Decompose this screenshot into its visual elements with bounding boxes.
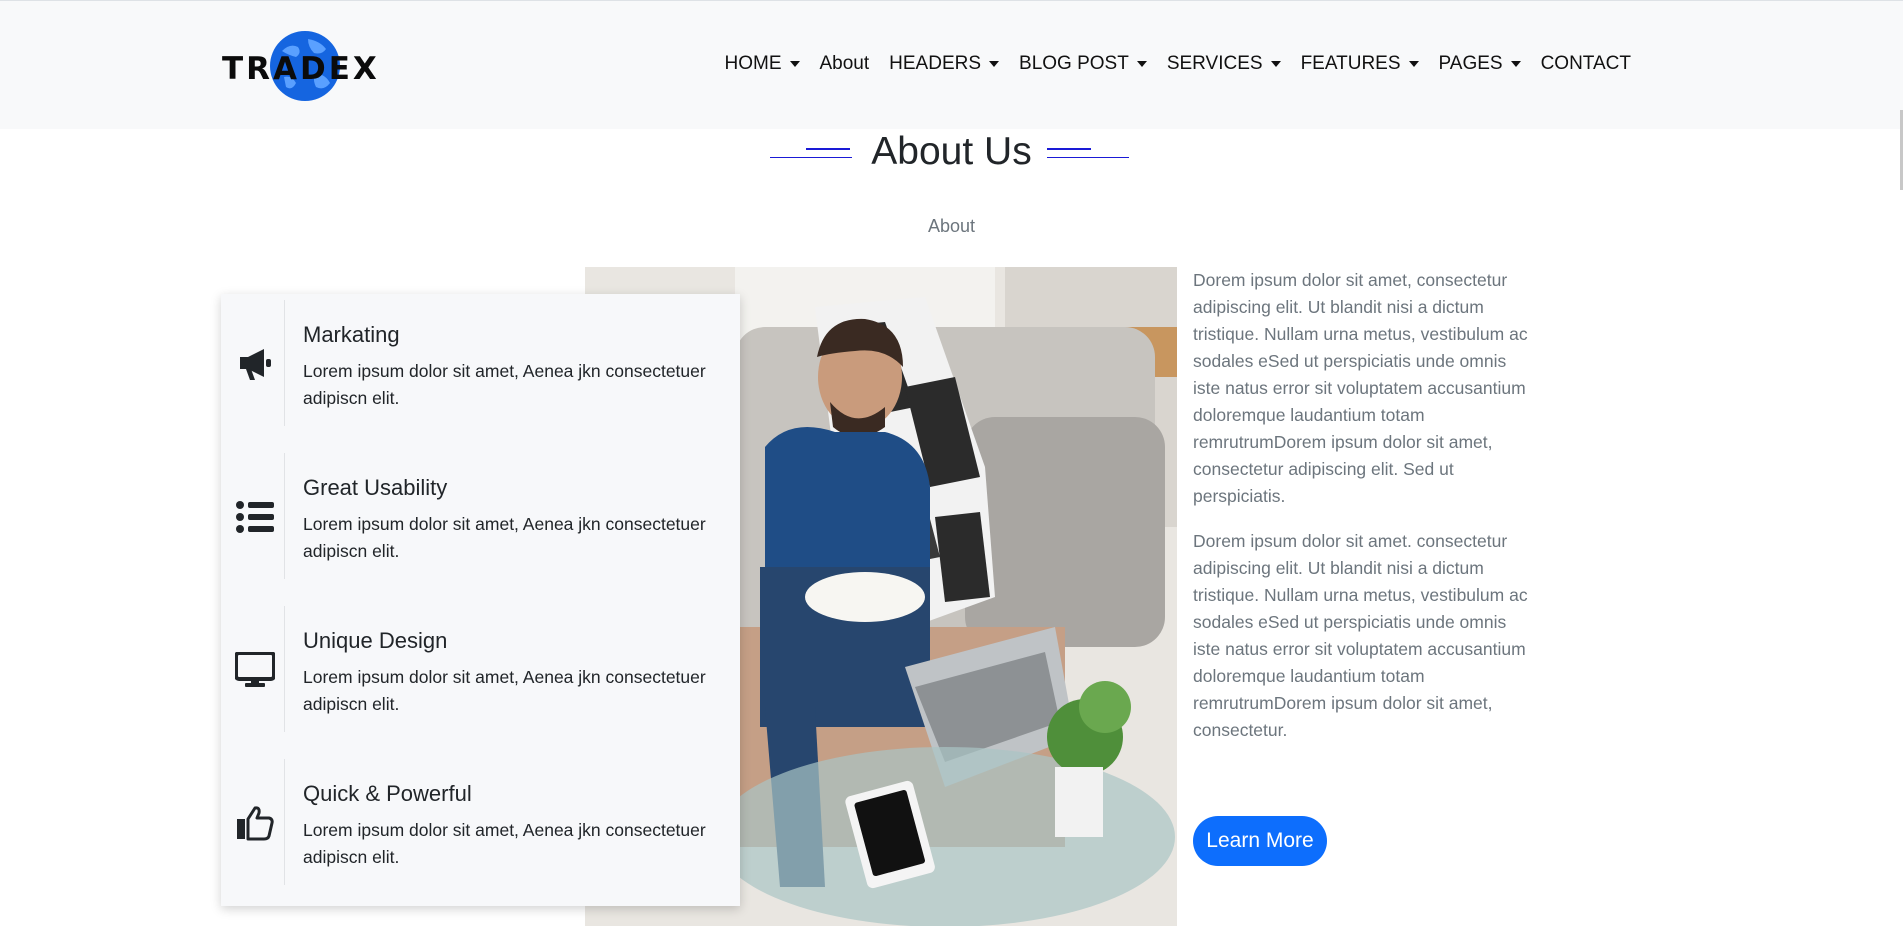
nav-item-label: BLOG POST bbox=[1019, 53, 1129, 74]
nav-item-label: FEATURES bbox=[1300, 53, 1401, 74]
feature-title: Quick & Powerful bbox=[303, 781, 472, 806]
logo[interactable]: TRADEX bbox=[222, 29, 377, 103]
page-title: About Us bbox=[871, 130, 1032, 173]
nav-item-label: CONTACT bbox=[1540, 53, 1631, 74]
feature-desc: Lorem ipsum dolor sit amet, Aenea jkn co… bbox=[303, 514, 706, 561]
thumbs-up-icon bbox=[235, 803, 275, 843]
about-text: Dorem ipsum dolor sit amet, consectetur … bbox=[1193, 267, 1528, 762]
learn-more-button[interactable]: Learn More bbox=[1193, 816, 1327, 866]
feature-desc: Lorem ipsum dolor sit amet, Aenea jkn co… bbox=[303, 667, 706, 714]
monitor-icon bbox=[235, 650, 275, 690]
caret-down-icon bbox=[1270, 61, 1281, 67]
nav-item-headers[interactable]: HEADERS bbox=[879, 53, 1009, 75]
nav-item-label: PAGES bbox=[1438, 53, 1503, 74]
nav-item-home[interactable]: HOME bbox=[715, 53, 810, 75]
features-card: Markating Lorem ipsum dolor sit amet, Ae… bbox=[221, 294, 740, 906]
feature-item: Great Usability Lorem ipsum dolor sit am… bbox=[221, 447, 740, 579]
caret-down-icon bbox=[789, 61, 800, 67]
logo-text: TRADEX bbox=[222, 51, 380, 87]
list-icon bbox=[235, 497, 275, 537]
nav-item-blog-post[interactable]: BLOG POST bbox=[1009, 53, 1157, 75]
megaphone-icon bbox=[235, 344, 275, 384]
feature-item: Quick & Powerful Lorem ipsum dolor sit a… bbox=[221, 753, 740, 885]
nav-item-services[interactable]: SERVICES bbox=[1157, 53, 1291, 75]
heading-decor-line bbox=[1047, 157, 1129, 158]
caret-down-icon bbox=[1510, 61, 1521, 67]
section-subtitle: About bbox=[927, 216, 976, 236]
feature-desc: Lorem ipsum dolor sit amet, Aenea jkn co… bbox=[303, 361, 706, 408]
main-nav: HOME About HEADERS BLOG POST SERVICES FE… bbox=[715, 53, 1642, 75]
feature-divider bbox=[284, 300, 285, 426]
navbar: TRADEX HOME About HEADERS BLOG POST SERV… bbox=[0, 0, 1903, 129]
nav-item-features[interactable]: FEATURES bbox=[1291, 53, 1429, 75]
heading-decor-line bbox=[1047, 148, 1091, 150]
nav-item-pages[interactable]: PAGES bbox=[1429, 53, 1531, 75]
feature-title: Unique Design bbox=[303, 628, 448, 653]
feature-title: Great Usability bbox=[303, 475, 448, 500]
nav-item-about[interactable]: About bbox=[810, 53, 880, 75]
nav-item-label: HEADERS bbox=[889, 53, 982, 74]
feature-divider bbox=[284, 759, 285, 885]
feature-item: Unique Design Lorem ipsum dolor sit amet… bbox=[221, 600, 740, 732]
feature-divider bbox=[284, 606, 285, 732]
feature-title: Markating bbox=[303, 322, 400, 347]
caret-down-icon bbox=[1136, 61, 1147, 67]
nav-item-label: SERVICES bbox=[1166, 53, 1263, 74]
about-paragraph: Dorem ipsum dolor sit amet, consectetur … bbox=[1193, 270, 1528, 506]
nav-item-contact[interactable]: CONTACT bbox=[1531, 53, 1641, 75]
section-heading: About Us bbox=[0, 128, 1903, 178]
feature-divider bbox=[284, 453, 285, 579]
feature-item: Markating Lorem ipsum dolor sit amet, Ae… bbox=[221, 294, 740, 426]
caret-down-icon bbox=[989, 61, 1000, 67]
feature-desc: Lorem ipsum dolor sit amet, Aenea jkn co… bbox=[303, 820, 706, 867]
nav-item-label: About bbox=[819, 53, 870, 74]
about-paragraph: Dorem ipsum dolor sit amet. consectetur … bbox=[1193, 531, 1528, 740]
caret-down-icon bbox=[1408, 61, 1419, 67]
nav-item-label: HOME bbox=[724, 53, 782, 74]
